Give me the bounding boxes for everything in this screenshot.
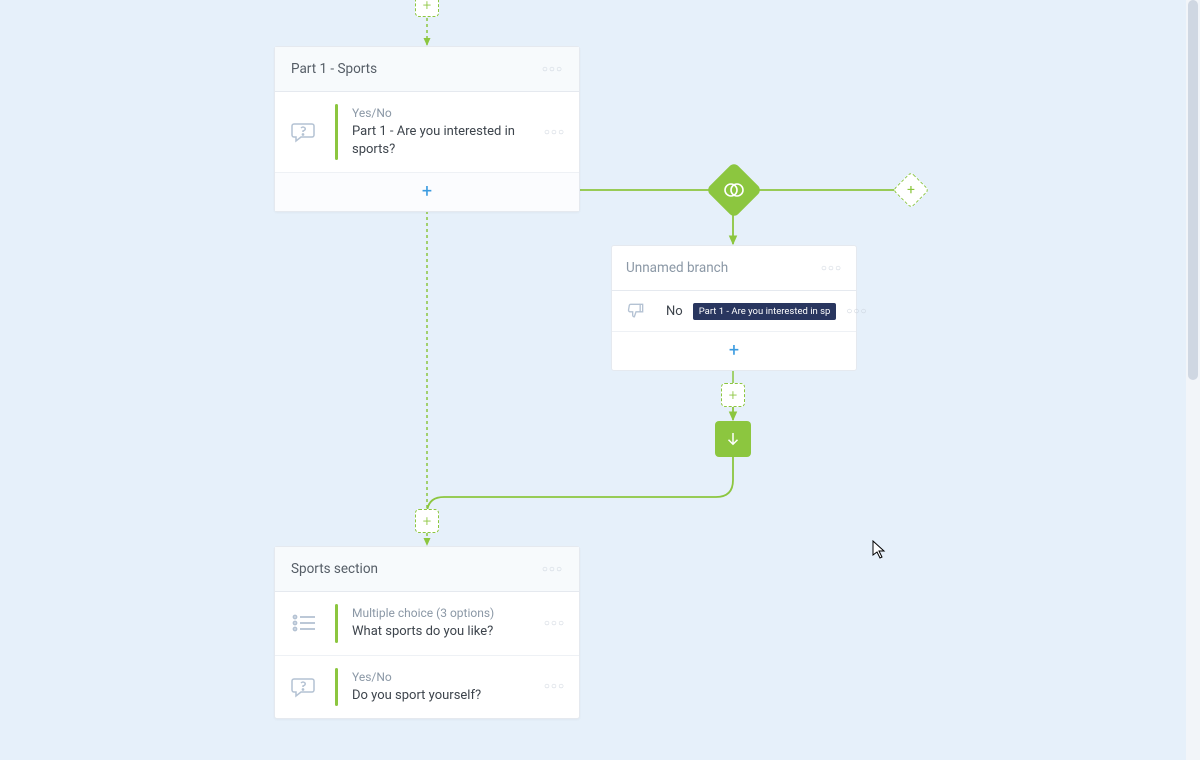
insert-node-branch[interactable]: + bbox=[721, 383, 745, 407]
chat-question-icon bbox=[287, 668, 321, 707]
thumbs-down-icon bbox=[626, 301, 646, 321]
plus-icon: + bbox=[907, 182, 915, 198]
branch-header[interactable]: Unnamed branch ○○○ bbox=[612, 246, 856, 291]
connectors bbox=[0, 0, 1200, 760]
branch-condition-row[interactable]: No Part 1 - Are you interested in sp ○○○ bbox=[612, 291, 856, 331]
question-row[interactable]: Multiple choice (3 options) What sports … bbox=[275, 592, 579, 656]
ellipsis-icon[interactable]: ○○○ bbox=[542, 64, 563, 75]
plus-icon: + bbox=[729, 342, 739, 360]
decision-node[interactable] bbox=[706, 162, 763, 219]
question-row[interactable]: Yes/No Part 1 - Are you interested in sp… bbox=[275, 92, 579, 172]
question-type: Yes/No bbox=[352, 670, 530, 684]
accent-bar bbox=[335, 604, 338, 643]
chat-question-icon bbox=[287, 104, 321, 160]
condition-answer: No bbox=[666, 304, 683, 319]
add-question-footer[interactable]: + bbox=[275, 172, 579, 211]
flow-canvas[interactable]: + Part 1 - Sports ○○○ Yes/No Part 1 - Ar… bbox=[0, 0, 1200, 760]
ellipsis-icon[interactable]: ○○○ bbox=[542, 564, 563, 575]
ellipsis-icon[interactable]: ○○○ bbox=[544, 104, 565, 160]
question-row[interactable]: Yes/No Do you sport yourself? ○○○ bbox=[275, 656, 579, 719]
insert-node-mid[interactable]: + bbox=[415, 509, 439, 533]
section-title: Sports section bbox=[291, 561, 378, 577]
ellipsis-icon[interactable]: ○○○ bbox=[846, 306, 867, 317]
section-card-part1[interactable]: Part 1 - Sports ○○○ Yes/No Part 1 - Are … bbox=[274, 46, 580, 212]
branch-card[interactable]: Unnamed branch ○○○ No Part 1 - Are you i… bbox=[611, 245, 857, 371]
section-card-sports[interactable]: Sports section ○○○ Multiple choice (3 op… bbox=[274, 546, 580, 719]
question-text: Part 1 - Are you interested in sports? bbox=[352, 123, 530, 158]
scrollbar-thumb[interactable] bbox=[1188, 0, 1198, 380]
arrow-down-icon bbox=[724, 430, 742, 448]
add-condition-footer[interactable]: + bbox=[612, 331, 856, 370]
question-text: What sports do you like? bbox=[352, 623, 530, 641]
cursor-pointer-icon bbox=[872, 540, 888, 560]
section-header[interactable]: Part 1 - Sports ○○○ bbox=[275, 47, 579, 92]
accent-bar bbox=[335, 668, 338, 707]
condition-question-chip[interactable]: Part 1 - Are you interested in sp bbox=[693, 303, 837, 320]
list-icon bbox=[287, 604, 321, 643]
question-type: Yes/No bbox=[352, 106, 530, 120]
section-title: Part 1 - Sports bbox=[291, 61, 377, 77]
insert-node-top[interactable]: + bbox=[415, 0, 439, 17]
accent-bar bbox=[335, 104, 338, 160]
plus-icon: + bbox=[422, 183, 432, 201]
ellipsis-icon[interactable]: ○○○ bbox=[544, 604, 565, 643]
branch-title: Unnamed branch bbox=[626, 260, 728, 276]
scrollbar[interactable] bbox=[1186, 0, 1200, 760]
ellipsis-icon[interactable]: ○○○ bbox=[544, 668, 565, 707]
ellipsis-icon[interactable]: ○○○ bbox=[821, 263, 842, 274]
add-branch-node[interactable]: + bbox=[893, 172, 930, 209]
venn-icon bbox=[723, 182, 745, 198]
question-type: Multiple choice (3 options) bbox=[352, 606, 530, 620]
end-node[interactable] bbox=[715, 421, 751, 457]
question-text: Do you sport yourself? bbox=[352, 687, 530, 705]
section-header[interactable]: Sports section ○○○ bbox=[275, 547, 579, 592]
